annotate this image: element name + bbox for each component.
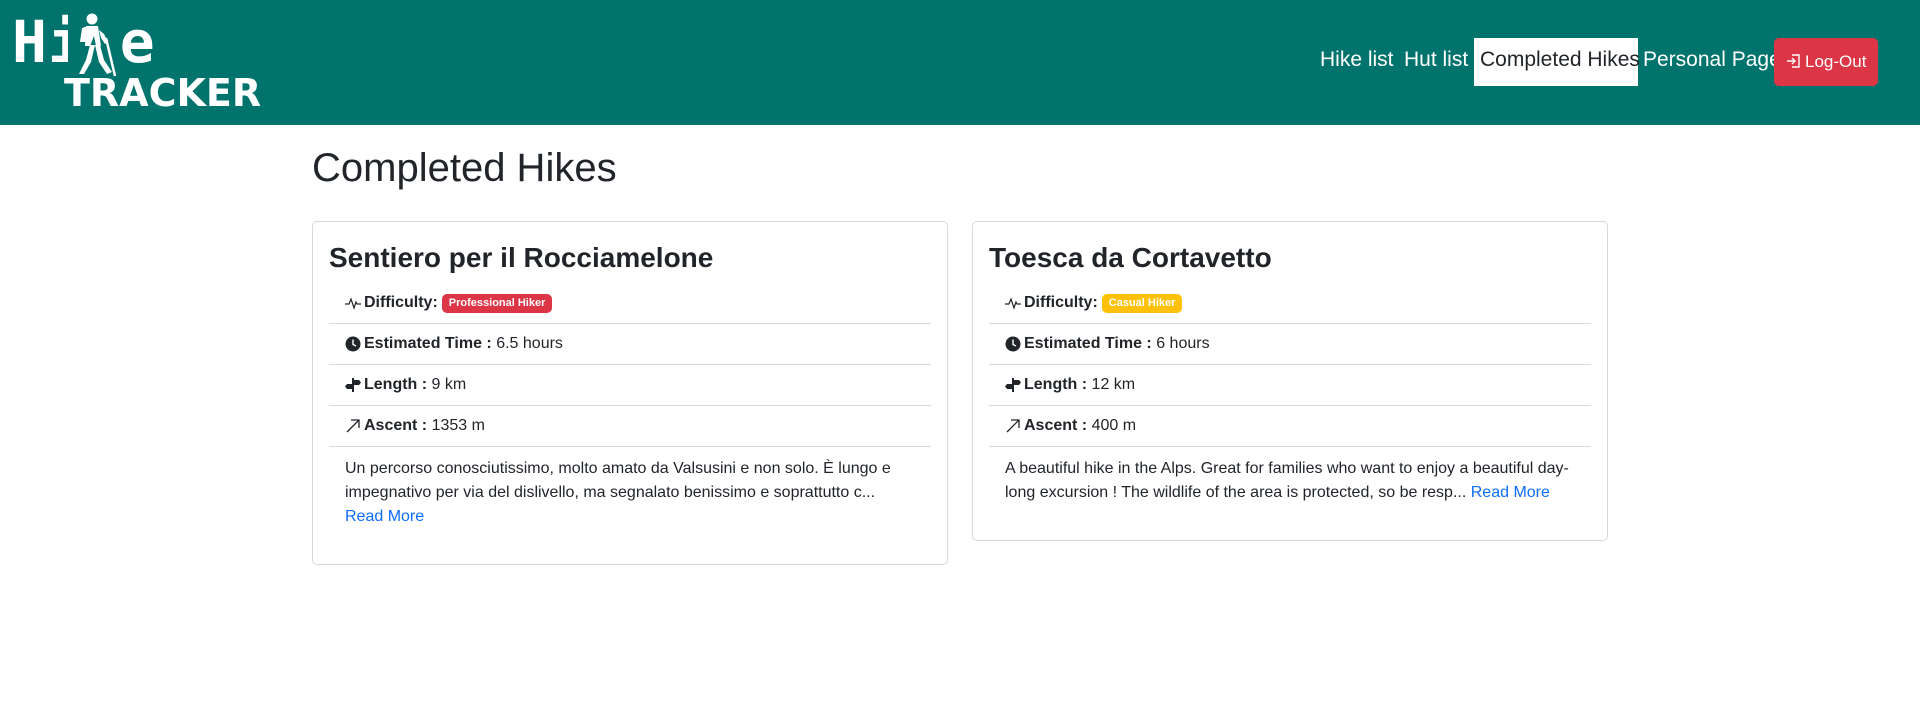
time-label: Estimated Time : <box>1024 335 1152 352</box>
length-value: 9 km <box>431 376 467 393</box>
signpost-icon <box>1005 378 1021 392</box>
nav-hut-list[interactable]: Hut list <box>1398 38 1474 86</box>
hike-card: Sentiero per il Rocciamelone Difficulty:… <box>312 221 948 565</box>
nav-completed-hikes[interactable]: Completed Hikes <box>1474 38 1640 86</box>
hike-card: Toesca da Cortavetto Difficulty: Casual … <box>972 221 1608 541</box>
time-row: Estimated Time : 6.5 hours <box>329 324 931 365</box>
signpost-icon <box>345 378 361 392</box>
difficulty-row: Difficulty: Professional Hiker <box>329 283 931 324</box>
ascent-row: Ascent : 400 m <box>989 406 1591 447</box>
difficulty-label: Difficulty: <box>1024 294 1098 311</box>
hike-title: Sentiero per il Rocciamelone <box>329 242 714 273</box>
hike-description: Un percorso conosciutissimo, molto amato… <box>329 447 931 529</box>
length-label: Length : <box>364 376 428 393</box>
ascent-row: Ascent : 1353 m <box>329 406 931 447</box>
read-more-link[interactable]: Read More <box>345 508 424 525</box>
hike-info-list: Difficulty: Casual Hiker Estimated Time … <box>989 283 1591 505</box>
page-title: Completed Hikes <box>312 146 617 190</box>
login-icon <box>1787 54 1800 68</box>
arrow-up-right-icon <box>1006 419 1020 433</box>
hike-title: Toesca da Cortavetto <box>989 242 1272 273</box>
activity-icon <box>1005 297 1021 310</box>
arrow-up-right-icon <box>346 419 360 433</box>
clock-icon <box>345 336 361 352</box>
clock-icon <box>1005 336 1021 352</box>
hike-description: A beautiful hike in the Alps. Great for … <box>989 447 1591 505</box>
read-more-link[interactable]: Read More <box>1471 484 1550 501</box>
difficulty-badge: Casual Hiker <box>1101 293 1183 313</box>
ascent-value: 400 m <box>1091 417 1137 434</box>
description-text: Un percorso conosciutissimo, molto amato… <box>345 460 891 501</box>
length-row: Length : 9 km <box>329 365 931 406</box>
length-value: 12 km <box>1091 376 1136 393</box>
length-row: Length : 12 km <box>989 365 1591 406</box>
main-nav: Hike list Hut list Completed Hikes Perso… <box>0 38 1920 86</box>
time-row: Estimated Time : 6 hours <box>989 324 1591 365</box>
time-value: 6 hours <box>1156 335 1210 352</box>
ascent-label: Ascent : <box>364 417 428 434</box>
time-value: 6.5 hours <box>496 335 563 352</box>
nav-hike-list[interactable]: Hike list <box>1314 38 1400 86</box>
hike-info-list: Difficulty: Professional Hiker Estimated… <box>329 283 931 529</box>
difficulty-badge: Professional Hiker <box>441 293 553 313</box>
ascent-value: 1353 m <box>431 417 485 434</box>
logout-button[interactable]: Log-Out <box>1774 38 1879 86</box>
navbar: Hike TRACKER Hike list Hut list Complete… <box>0 0 1920 125</box>
difficulty-label: Difficulty: <box>364 294 438 311</box>
nav-personal-page[interactable]: Personal Page <box>1637 38 1787 86</box>
length-label: Length : <box>1024 376 1088 393</box>
logout-label: Log-Out <box>1805 52 1867 71</box>
difficulty-row: Difficulty: Casual Hiker <box>989 283 1591 324</box>
ascent-label: Ascent : <box>1024 417 1088 434</box>
time-label: Estimated Time : <box>364 335 492 352</box>
activity-icon <box>345 297 361 310</box>
